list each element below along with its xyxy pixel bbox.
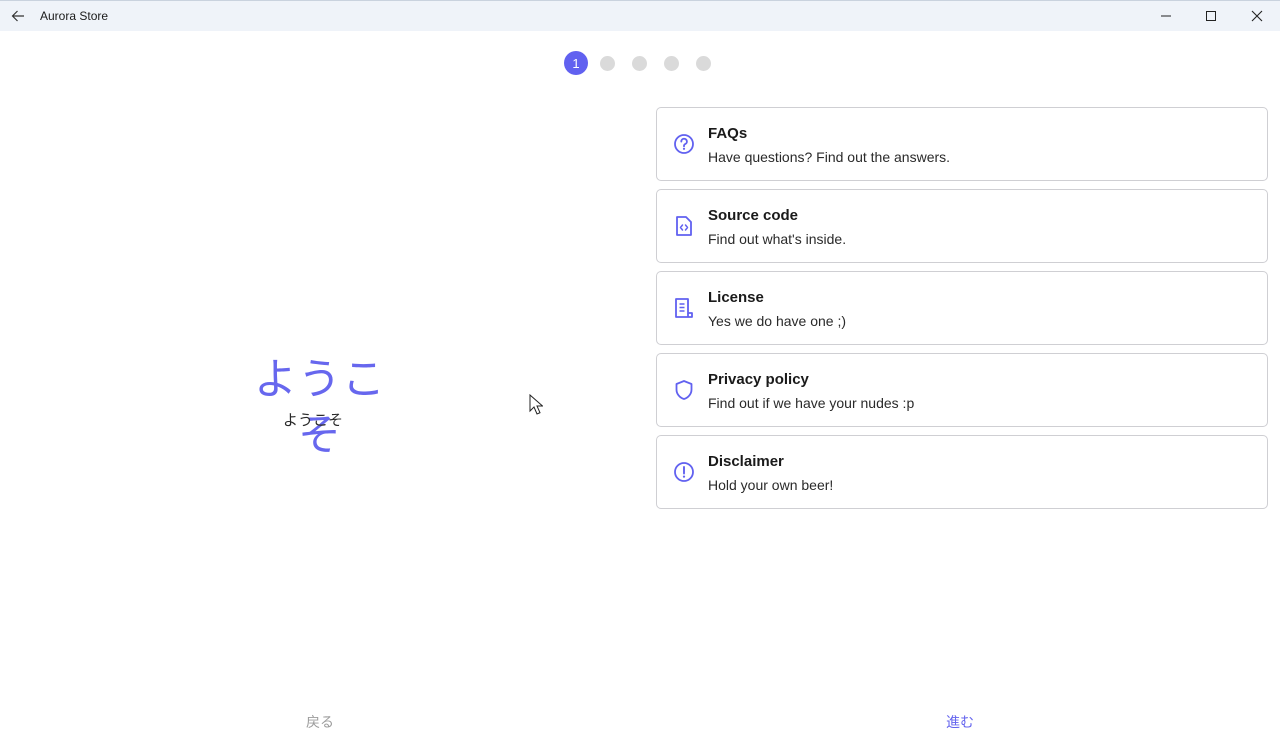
step-4-indicator [664, 56, 679, 71]
license-card[interactable]: License Yes we do have one ;) [656, 271, 1268, 345]
close-button[interactable] [1234, 1, 1280, 31]
privacy-policy-card[interactable]: Privacy policy Find out if we have your … [656, 353, 1268, 427]
maximize-icon [1206, 11, 1216, 21]
faqs-card[interactable]: FAQs Have questions? Find out the answer… [656, 107, 1268, 181]
arrow-left-icon [11, 10, 24, 22]
help-circle-icon [673, 133, 695, 155]
license-subtitle: Yes we do have one ;) [708, 313, 847, 329]
next-button[interactable]: 進む [920, 710, 1000, 736]
disclaimer-subtitle: Hold your own beer! [708, 477, 834, 493]
disclaimer-title: Disclaimer [708, 453, 784, 470]
shield-icon [673, 379, 695, 401]
title-bar: Aurora Store [0, 0, 1280, 31]
license-title: License [708, 289, 764, 306]
step-3-indicator [632, 56, 647, 71]
privacy-policy-title: Privacy policy [708, 371, 809, 388]
code-file-icon [673, 215, 695, 237]
faqs-title: FAQs [708, 125, 748, 142]
disclaimer-card[interactable]: Disclaimer Hold your own beer! [656, 435, 1268, 509]
source-code-card[interactable]: Source code Find out what's inside. [656, 189, 1268, 263]
onboarding-stepper: 1 [0, 51, 1280, 75]
maximize-button[interactable] [1188, 1, 1234, 31]
step-5-indicator [696, 56, 711, 71]
privacy-policy-subtitle: Find out if we have your nudes :p [708, 395, 915, 411]
window-title: Aurora Store [40, 9, 109, 23]
welcome-heading: ようこそ [254, 355, 386, 461]
mouse-cursor-icon [529, 394, 543, 415]
close-icon [1251, 10, 1263, 22]
minimize-icon [1161, 15, 1171, 17]
source-code-subtitle: Find out what's inside. [708, 231, 847, 247]
step-1-indicator: 1 [564, 51, 588, 75]
license-document-icon [673, 297, 695, 319]
faqs-subtitle: Have questions? Find out the answers. [708, 149, 951, 165]
previous-button[interactable]: 戻る [280, 710, 360, 736]
back-arrow-button[interactable] [4, 1, 32, 31]
minimize-button[interactable] [1143, 1, 1189, 31]
step-2-indicator [600, 56, 615, 71]
welcome-subheading: ようこそ [282, 411, 343, 429]
alert-circle-icon [673, 461, 695, 483]
source-code-title: Source code [708, 207, 799, 224]
